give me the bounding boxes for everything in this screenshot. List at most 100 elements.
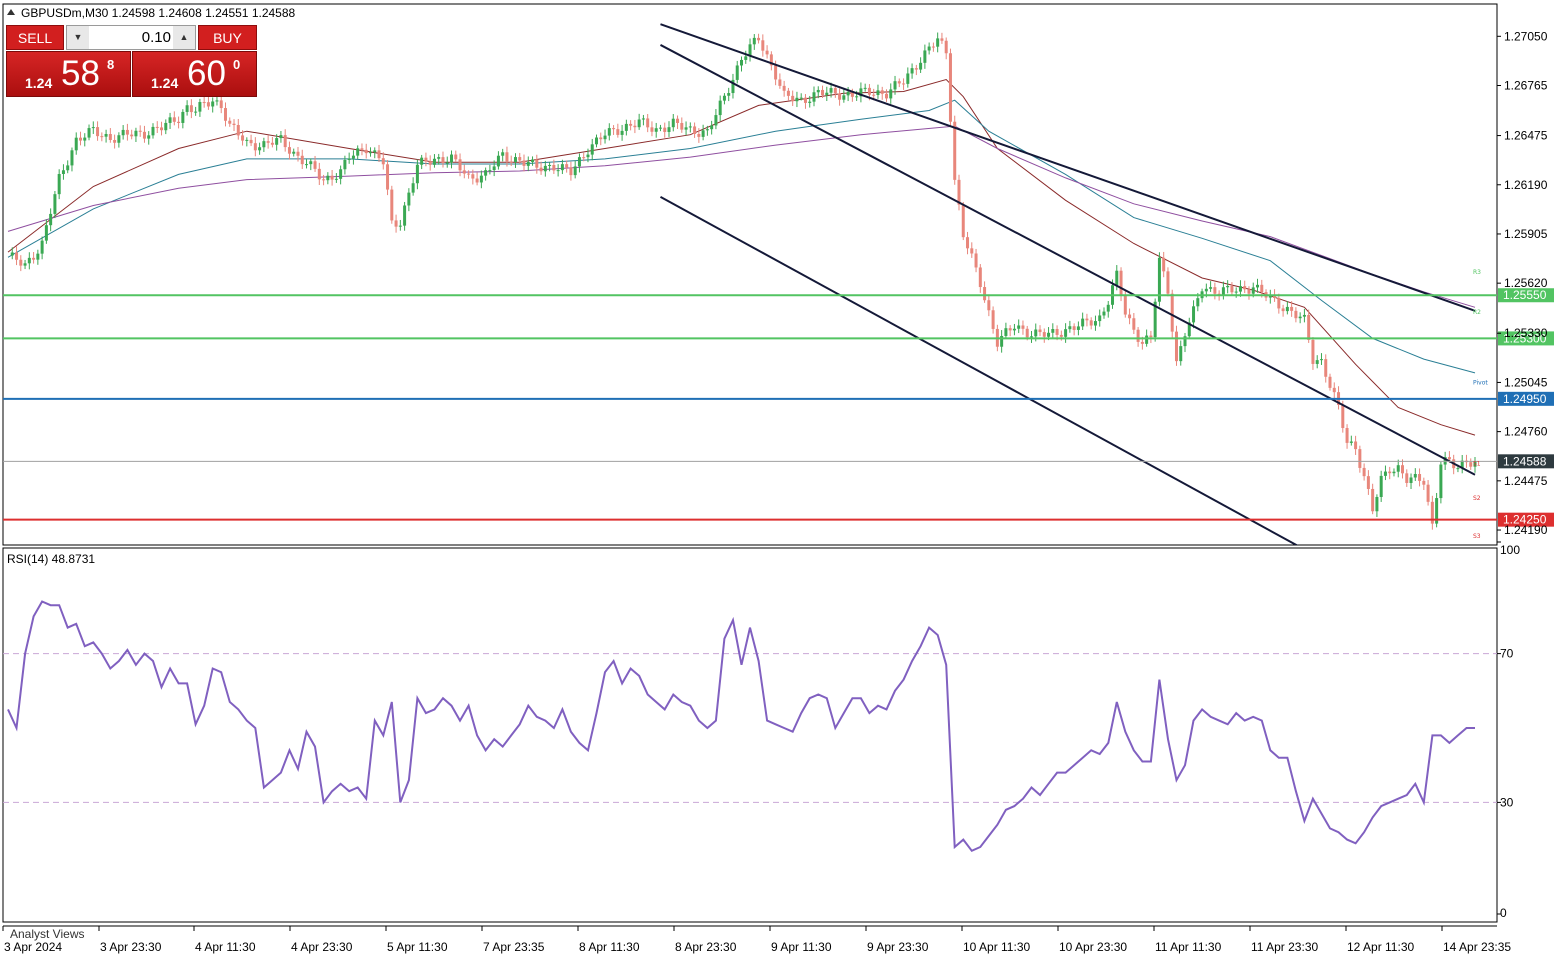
candle-body xyxy=(215,100,219,102)
candle-body xyxy=(765,50,769,55)
candle-body xyxy=(569,167,573,176)
candle-body xyxy=(565,164,569,168)
candle-body xyxy=(718,100,722,116)
candle-body xyxy=(705,129,709,131)
candle-body xyxy=(1064,329,1068,337)
candle-body xyxy=(181,111,185,123)
time-tick-label: 7 Apr 23:35 xyxy=(483,940,545,954)
candle-body xyxy=(663,127,667,132)
candle-body xyxy=(1017,325,1021,329)
trading-chart[interactable]: 1.255501.253001.249501.245881.24250R3R2P… xyxy=(0,0,1560,960)
pivot-label: S3 xyxy=(1473,533,1481,540)
candle-body xyxy=(407,192,411,206)
candle-body xyxy=(1136,329,1140,342)
increase-lot-icon[interactable]: ▲ xyxy=(173,26,195,49)
lot-size-field[interactable]: ▼ 0.10 ▲ xyxy=(66,25,196,50)
candle-body xyxy=(991,310,995,329)
candle-body xyxy=(1426,484,1430,502)
level-badge-text: 1.24950 xyxy=(1503,392,1547,406)
buy-price-button[interactable]: 1.24 60 0 xyxy=(132,51,257,97)
candle-body xyxy=(624,123,628,131)
candle-body xyxy=(595,137,599,145)
candle-body xyxy=(292,151,296,154)
candle-body xyxy=(151,126,155,136)
candle-body xyxy=(309,161,313,165)
candle-body xyxy=(1085,318,1089,321)
candle-body xyxy=(1213,287,1217,294)
candle-body xyxy=(1106,304,1110,312)
candle-body xyxy=(83,137,87,141)
candle-body xyxy=(488,170,492,172)
candle-body xyxy=(1119,270,1123,296)
candle-body xyxy=(1298,316,1302,319)
rsi-tick-label: 0 xyxy=(1500,906,1507,920)
sell-button[interactable]: SELL xyxy=(6,25,64,50)
buy-button[interactable]: BUY xyxy=(198,25,257,50)
candle-body xyxy=(1196,298,1200,307)
candle-body xyxy=(1166,271,1170,294)
candle-body xyxy=(1174,331,1178,362)
candle-body xyxy=(910,68,914,74)
candle-body xyxy=(373,150,377,153)
candle-body xyxy=(701,130,705,137)
candle-body xyxy=(944,40,948,54)
candle-body xyxy=(641,118,645,120)
candle-body xyxy=(386,164,390,190)
candle-body xyxy=(1149,335,1153,338)
candle-body xyxy=(953,121,957,180)
candle-body xyxy=(147,135,151,139)
candle-body xyxy=(130,134,134,137)
rsi-tick-label: 70 xyxy=(1500,647,1514,661)
candle-body xyxy=(241,135,245,141)
candle-body xyxy=(381,158,385,165)
candle-body xyxy=(36,253,40,260)
candle-body xyxy=(936,38,940,47)
candle-body xyxy=(791,95,795,102)
candle-body xyxy=(1285,306,1289,312)
price-tick-label: 1.25620 xyxy=(1504,276,1548,290)
candle-body xyxy=(590,144,594,155)
sell-price-button[interactable]: 1.24 58 8 xyxy=(6,51,131,97)
candle-body xyxy=(948,53,952,122)
lot-size-value[interactable]: 0.10 xyxy=(91,26,171,49)
candle-body xyxy=(842,95,846,100)
pivot-label: R2 xyxy=(1473,309,1481,316)
candle-body xyxy=(923,50,927,63)
one-click-trading-panel: SELL ▼ 0.10 ▲ BUY 1.24 58 8 1.24 60 0 xyxy=(6,25,257,97)
candle-body xyxy=(462,170,466,174)
candle-body xyxy=(266,141,270,143)
candle-body xyxy=(1243,286,1247,290)
candle-body xyxy=(1379,475,1383,497)
candle-body xyxy=(522,160,526,166)
candle-body xyxy=(1290,306,1294,311)
candle-body xyxy=(1034,329,1038,337)
candle-body xyxy=(676,118,680,123)
candle-body xyxy=(1038,329,1042,333)
candle-body xyxy=(219,100,223,109)
candle-body xyxy=(795,97,799,102)
decrease-lot-icon[interactable]: ▼ xyxy=(67,26,89,49)
candle-body xyxy=(279,135,283,139)
candle-body xyxy=(919,62,923,70)
candle-body xyxy=(117,135,121,143)
candle-body xyxy=(940,38,944,41)
candle-body xyxy=(548,164,552,166)
candle-body xyxy=(637,119,641,128)
candle-body xyxy=(927,46,931,51)
candle-body xyxy=(305,164,309,166)
candle-body xyxy=(803,97,807,103)
candle-body xyxy=(633,125,637,128)
candle-body xyxy=(799,97,803,99)
candle-body xyxy=(360,148,364,150)
candle-body xyxy=(330,175,334,180)
candle-body xyxy=(966,237,970,249)
chart-background xyxy=(0,0,1560,960)
candle-body xyxy=(479,175,483,183)
candle-body xyxy=(1413,474,1417,478)
candle-body xyxy=(142,131,146,139)
candle-body xyxy=(104,134,108,137)
candle-body xyxy=(194,111,198,113)
candle-body xyxy=(893,81,897,90)
candle-body xyxy=(317,168,321,180)
analyst-views-label[interactable]: Analyst Views xyxy=(10,927,84,941)
